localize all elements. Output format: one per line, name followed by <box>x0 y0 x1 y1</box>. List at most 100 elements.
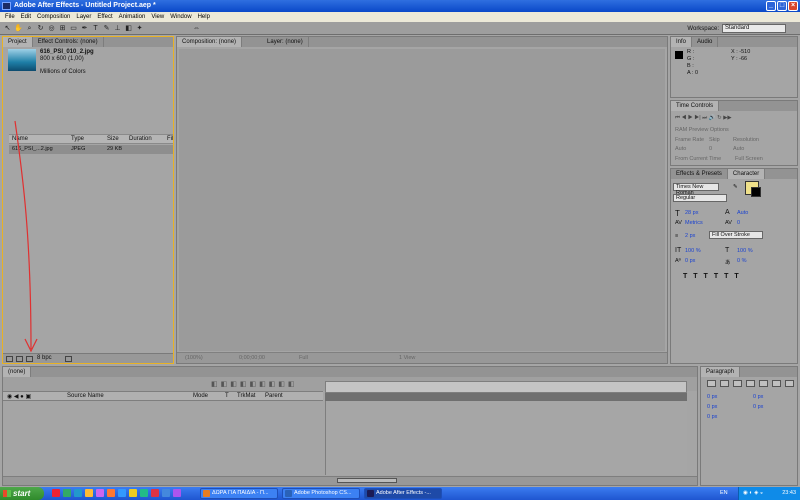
ram-preview-select[interactable]: RAM Preview Options <box>675 127 729 133</box>
stroke-mode-select[interactable]: Fill Over Stroke <box>709 231 763 239</box>
tsume-value[interactable]: 0 % <box>737 258 746 264</box>
taskbar-item-browser[interactable]: ΔΩΡΑ ΓΙΑ ΠΑΙΔΙΑ - Π... <box>200 488 278 499</box>
quality-value[interactable]: Full <box>299 355 308 361</box>
tab-composition[interactable]: Composition: (none) <box>177 37 243 47</box>
skip-value[interactable]: 0 <box>709 146 712 152</box>
work-area-bar[interactable] <box>325 393 687 401</box>
tab-project[interactable]: Project <box>3 37 33 47</box>
workspace-select[interactable]: Standard <box>722 24 786 33</box>
project-file-row[interactable]: 616_PSI_...2.jpg JPEG 29 KB <box>9 145 173 154</box>
quicklaunch-icon[interactable] <box>74 489 82 497</box>
pen-tool-icon[interactable]: ✒ <box>80 24 89 33</box>
view-layout[interactable]: 1 View <box>399 355 415 361</box>
menu-effect[interactable]: Effect <box>94 14 115 20</box>
quicklaunch-icon[interactable] <box>173 489 181 497</box>
kerning-value[interactable]: Metrics <box>685 220 703 226</box>
font-family-select[interactable]: Times New Roman <box>673 183 719 196</box>
clone-stamp-tool-icon[interactable]: ⊥ <box>113 24 122 33</box>
interpret-footage-icon[interactable] <box>6 356 13 362</box>
tray-icons[interactable]: ◉ ◐ ◈ ◒ <box>743 490 763 496</box>
quicklaunch-icon[interactable] <box>52 489 60 497</box>
col-t[interactable]: T <box>225 393 229 399</box>
stroke-width-value[interactable]: 2 px <box>685 233 695 239</box>
timecode-value[interactable]: 0;00;00;00 <box>239 355 265 361</box>
tab-effect-controls[interactable]: Effect Controls: (none) <box>33 37 104 47</box>
tab-time-controls[interactable]: Time Controls <box>671 101 720 111</box>
space-before-value[interactable]: 0 px <box>707 404 717 410</box>
quicklaunch-icon[interactable] <box>107 489 115 497</box>
eraser-tool-icon[interactable]: ◧ <box>124 24 133 33</box>
menu-layer[interactable]: Layer <box>73 14 94 20</box>
stroke-color-swatch[interactable] <box>751 187 761 197</box>
menu-view[interactable]: View <box>148 14 167 20</box>
tab-layer[interactable]: Layer: (none) <box>262 37 309 47</box>
vertical-scale-value[interactable]: 100 % <box>685 248 701 254</box>
start-button[interactable]: start <box>0 487 44 500</box>
zoom-tool-icon[interactable]: ⌕ <box>25 24 34 33</box>
full-screen-checkbox[interactable]: Full Screen <box>735 156 763 162</box>
composition-viewer[interactable] <box>179 49 665 351</box>
horizontal-scale-value[interactable]: 100 % <box>737 248 753 254</box>
language-indicator[interactable]: EN <box>720 490 728 496</box>
timeline-switch-icons[interactable]: ◧◧◧◧◧◧◧◧◧ <box>211 380 298 388</box>
col-file[interactable]: Fil <box>167 136 173 142</box>
av-switches-icon[interactable]: ◉ ◀ ● ▣ <box>7 393 31 400</box>
time-ruler[interactable] <box>325 381 687 393</box>
menu-file[interactable]: File <box>2 14 18 20</box>
tracking-value[interactable]: 0 <box>737 220 740 226</box>
quicklaunch-icon[interactable] <box>162 489 170 497</box>
menu-animation[interactable]: Animation <box>116 14 149 20</box>
timeline-zoom-slider[interactable] <box>337 478 397 483</box>
font-size-value[interactable]: 28 px <box>685 210 698 216</box>
zoom-value[interactable]: (100%) <box>185 355 203 361</box>
taskbar-item-after-effects[interactable]: Adobe After Effects -... <box>364 488 442 499</box>
mask-tool-icon[interactable]: ▭ <box>69 24 78 33</box>
from-current-time-checkbox[interactable]: From Current Time <box>675 156 721 162</box>
tab-timeline[interactable]: (none) <box>3 367 32 377</box>
col-type[interactable]: Type <box>71 136 84 142</box>
brush-tool-icon[interactable]: ✎ <box>102 24 111 33</box>
eyedropper-icon[interactable]: ✎ <box>733 184 738 190</box>
text-style-buttons-icon[interactable]: TTTTTT <box>683 273 745 280</box>
col-duration[interactable]: Duration <box>129 136 152 142</box>
menu-window[interactable]: Window <box>167 14 194 20</box>
space-after-value[interactable]: 0 px <box>753 404 763 410</box>
col-name[interactable]: Name <box>12 136 28 142</box>
type-tool-icon[interactable]: T <box>91 24 100 33</box>
tab-effects-presets[interactable]: Effects & Presets <box>671 169 728 179</box>
col-trkmat[interactable]: TrkMat <box>237 393 255 399</box>
resolution-value[interactable]: Auto <box>733 146 744 152</box>
frame-rate-value[interactable]: Auto <box>675 146 686 152</box>
taskbar-item-photoshop[interactable]: Adobe Photoshop CS... <box>282 488 360 499</box>
tab-character[interactable]: Character <box>727 169 766 179</box>
quicklaunch-icon[interactable] <box>96 489 104 497</box>
trash-icon[interactable] <box>65 356 72 362</box>
alignment-buttons-icon[interactable] <box>707 380 794 387</box>
maximize-button[interactable]: □ <box>777 1 787 11</box>
minimize-button[interactable]: _ <box>766 1 776 11</box>
new-composition-icon[interactable] <box>26 356 33 362</box>
first-line-indent-value[interactable]: 0 px <box>707 414 717 420</box>
baseline-shift-value[interactable]: 0 px <box>685 258 695 264</box>
indent-left-value[interactable]: 0 px <box>707 394 717 400</box>
playback-controls-icon[interactable]: ⏮ ◀ ▶ ▶| ⏭ 🔊 ↻ ▶▶ <box>675 115 732 122</box>
selection-tool-icon[interactable]: ↖ <box>3 24 12 33</box>
quicklaunch-icon[interactable] <box>63 489 71 497</box>
leading-value[interactable]: Auto <box>737 210 748 216</box>
orbit-camera-tool-icon[interactable]: ◎ <box>47 24 56 33</box>
rotate-tool-icon[interactable]: ↻ <box>36 24 45 33</box>
tab-paragraph[interactable]: Paragraph <box>701 367 741 377</box>
quicklaunch-icon[interactable] <box>151 489 159 497</box>
axis-mode-icon[interactable]: ⇔ <box>192 24 201 33</box>
hand-tool-icon[interactable]: ✋ <box>14 24 23 33</box>
puppet-tool-icon[interactable]: ✦ <box>135 24 144 33</box>
col-source-name[interactable]: Source Name <box>67 393 104 399</box>
col-mode[interactable]: Mode <box>193 393 208 399</box>
font-style-select[interactable]: Regular <box>673 194 727 202</box>
col-size[interactable]: Size <box>107 136 119 142</box>
quicklaunch-icon[interactable] <box>118 489 126 497</box>
menu-composition[interactable]: Composition <box>34 14 73 20</box>
close-button[interactable]: × <box>788 1 798 11</box>
pan-behind-tool-icon[interactable]: ⊞ <box>58 24 67 33</box>
menu-edit[interactable]: Edit <box>18 14 34 20</box>
